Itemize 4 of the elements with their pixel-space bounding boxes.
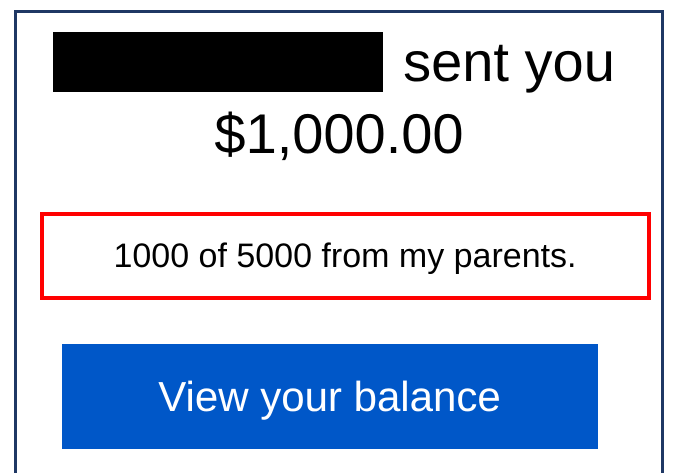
message-box: 1000 of 5000 from my parents. <box>40 212 650 300</box>
amount-text: $1,000.00 <box>214 102 464 166</box>
headline-text: sent you <box>403 30 615 94</box>
view-balance-button[interactable]: View your balance <box>62 344 598 449</box>
